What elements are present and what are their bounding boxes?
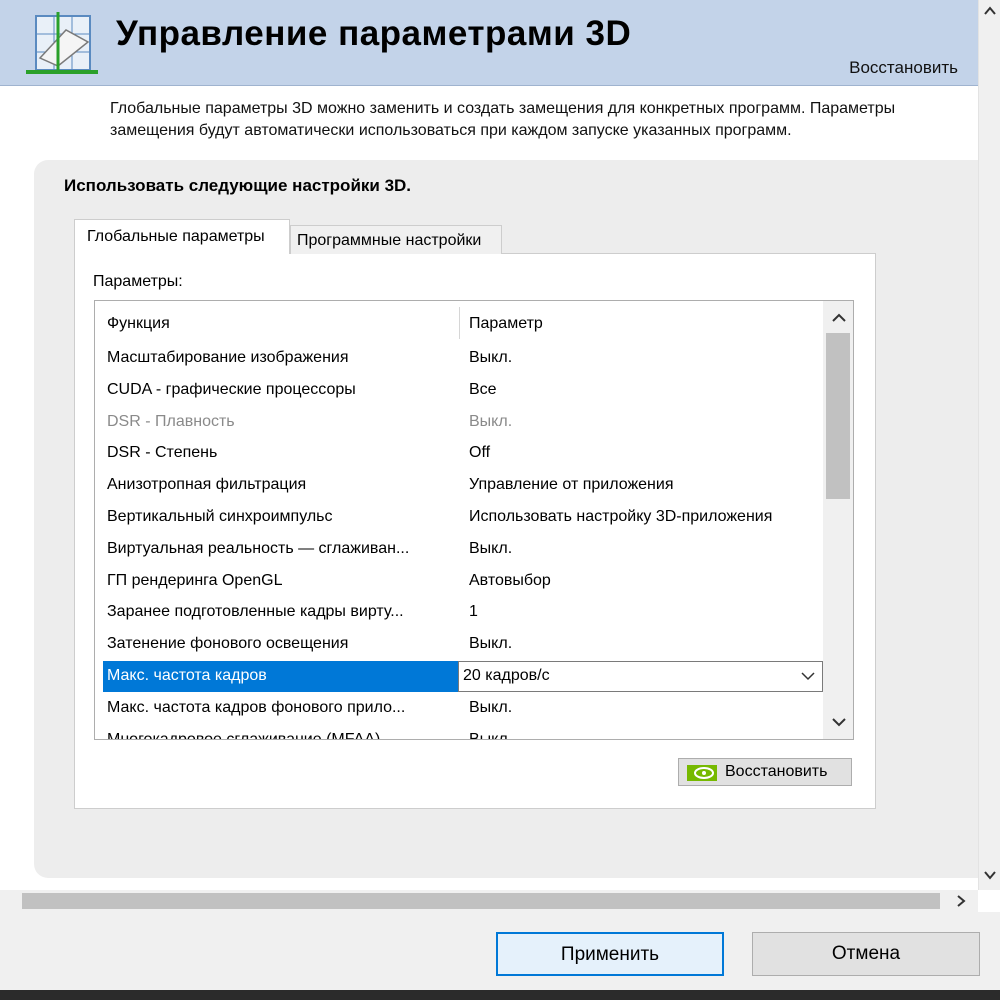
header-banner: Управление параметрами 3D Восстановить [0, 0, 978, 86]
column-divider[interactable] [459, 307, 460, 339]
column-header-parameter[interactable]: Параметр [469, 315, 543, 333]
3d-cube-icon [26, 12, 98, 74]
scrollbar-thumb[interactable] [826, 333, 850, 499]
row-parameter: Использовать настройку 3D-приложения [469, 507, 773, 525]
row-function: Макс. частота кадров фонового прило... [107, 698, 406, 716]
table-row[interactable]: Многокадровое сглаживание (MFAA) Выкл. [95, 725, 823, 740]
horizontal-scrollbar-thumb[interactable] [22, 893, 940, 909]
chevron-down-icon[interactable] [801, 669, 815, 683]
arrow-up-icon[interactable] [983, 4, 997, 18]
footer: Применить Отмена [0, 912, 1000, 990]
table-row: DSR - Плавность Выкл. [95, 407, 823, 439]
row-parameter: 1 [469, 603, 478, 621]
arrow-right-icon[interactable] [954, 894, 968, 908]
restore-button[interactable]: Восстановить [678, 758, 852, 786]
table-row[interactable]: DSR - Степень Off [95, 438, 823, 470]
row-function: DSR - Степень [107, 444, 218, 462]
row-function: Макс. частота кадров [107, 666, 267, 684]
row-parameter: Off [469, 444, 491, 462]
row-function: Виртуальная реальность — сглаживан... [107, 539, 410, 557]
params-label: Параметры: [93, 273, 183, 290]
table-row[interactable]: Заранее подготовленные кадры вирту... 1 [95, 597, 823, 629]
table-row-selected[interactable]: Макс. частота кадров 20 кадров/с [95, 660, 823, 693]
row-parameter: Выкл. [469, 635, 513, 653]
chevron-up-icon[interactable] [831, 311, 847, 325]
nvidia-logo-icon [687, 765, 717, 781]
table-row[interactable]: Макс. частота кадров фонового прило... В… [95, 693, 823, 725]
table-row[interactable]: ГП рендеринга OpenGL Автовыбор [95, 566, 823, 598]
settings-table: Функция Параметр Масштабирование изображ… [94, 300, 854, 740]
row-function: Масштабирование изображения [107, 349, 349, 366]
row-function: CUDA - графические процессоры [107, 380, 356, 398]
table-row[interactable]: Анизотропная фильтрация Управление от пр… [95, 470, 823, 502]
page-title: Управление параметрами 3D [116, 14, 632, 53]
page-vertical-scrollbar[interactable] [978, 0, 1000, 890]
apply-button[interactable]: Применить [496, 932, 724, 976]
tab-program-settings[interactable]: Программные настройки [290, 225, 502, 254]
dropdown-value[interactable]: 20 кадров/с [463, 667, 550, 685]
row-parameter: Управление от приложения [469, 476, 674, 494]
table-row[interactable]: Масштабирование изображения Выкл. [95, 343, 823, 375]
row-function: Анизотропная фильтрация [107, 476, 307, 494]
row-parameter: Автовыбор [469, 571, 551, 589]
taskbar-edge [0, 990, 1000, 1000]
row-parameter: Все [469, 380, 497, 398]
table-row[interactable]: CUDA - графические процессоры Все [95, 375, 823, 407]
row-parameter: Выкл. [469, 539, 513, 557]
table-row[interactable]: Затенение фонового освещения Выкл. [95, 629, 823, 661]
tab-global-settings[interactable]: Глобальные параметры [74, 219, 290, 254]
row-function: ГП рендеринга OpenGL [107, 571, 283, 589]
restore-defaults-link[interactable]: Восстановить [849, 58, 958, 78]
table-row[interactable]: Вертикальный синхроимпульс Использовать … [95, 502, 823, 534]
table-row[interactable]: Виртуальная реальность — сглаживан... Вы… [95, 534, 823, 566]
table-rows: Масштабирование изображения Выкл. CUDA -… [95, 343, 823, 740]
description: Глобальные параметры 3D можно заменить и… [110, 98, 976, 142]
row-parameter: Выкл. [469, 698, 513, 716]
section-title: Использовать следующие настройки 3D. [64, 176, 412, 195]
table-scrollbar[interactable] [823, 301, 853, 739]
row-function: Затенение фонового освещения [107, 635, 349, 653]
chevron-down-icon[interactable] [831, 715, 847, 729]
row-parameter: Выкл. [469, 412, 513, 430]
row-function: Заранее подготовленные кадры вирту... [107, 603, 404, 621]
description-line-2: замещения будут автоматически использова… [110, 122, 792, 139]
description-line-1: Глобальные параметры 3D можно заменить и… [110, 100, 896, 117]
row-function: Многокадровое сглаживание (MFAA) [107, 730, 381, 740]
arrow-down-icon[interactable] [983, 868, 997, 882]
row-function: DSR - Плавность [107, 412, 235, 430]
row-parameter: Выкл. [469, 730, 513, 740]
row-parameter: Выкл. [469, 349, 513, 366]
cancel-button[interactable]: Отмена [752, 932, 980, 976]
row-function: Вертикальный синхроимпульс [107, 507, 333, 525]
table-header: Функция Параметр [95, 301, 823, 345]
page-horizontal-scrollbar[interactable] [0, 890, 978, 912]
restore-button-label: Восстановить [725, 763, 828, 780]
column-header-function[interactable]: Функция [107, 315, 170, 333]
